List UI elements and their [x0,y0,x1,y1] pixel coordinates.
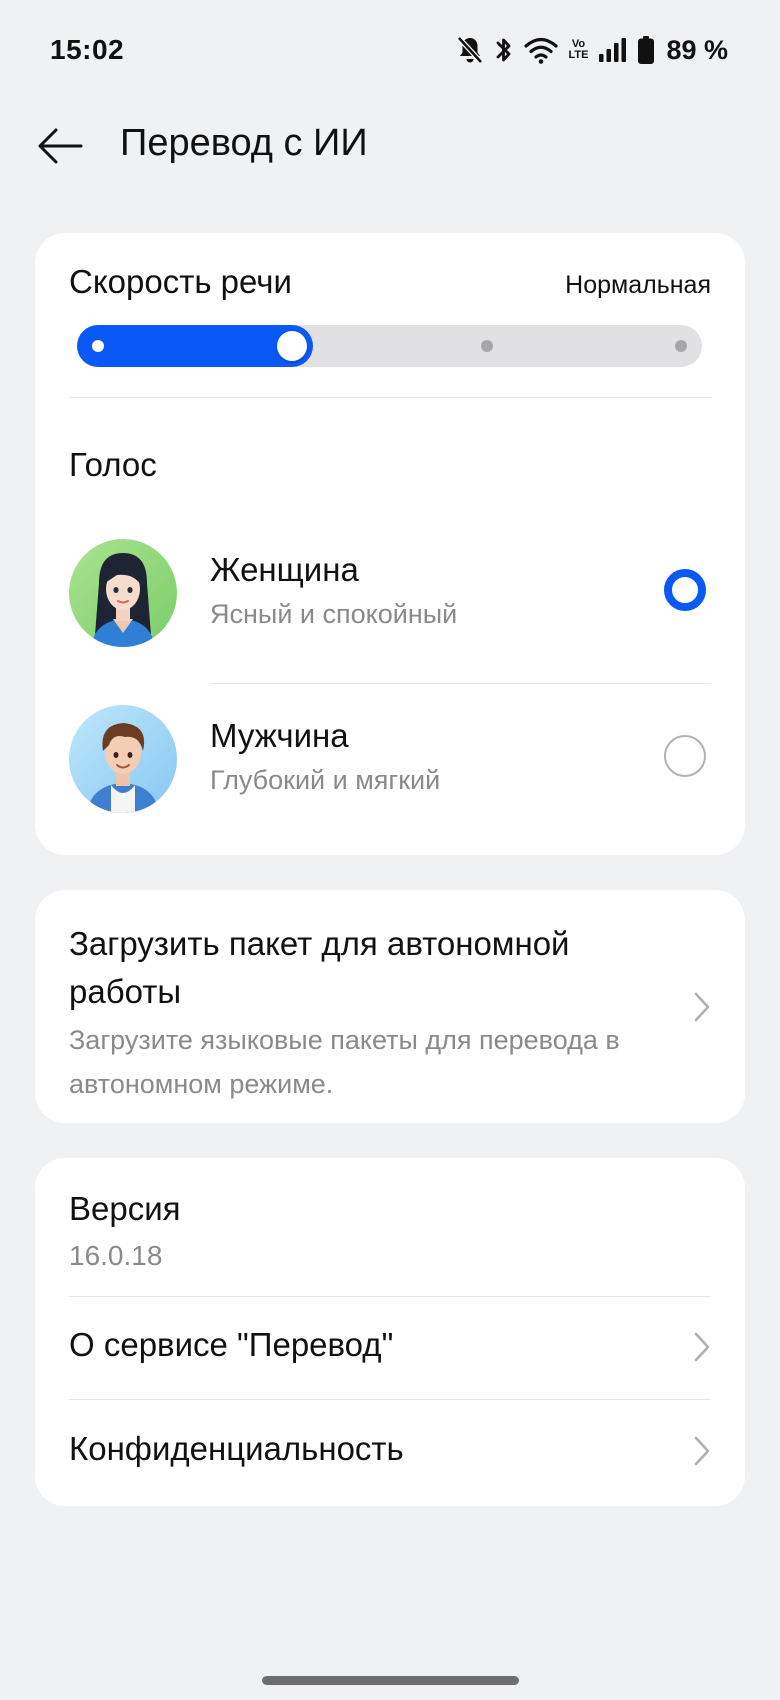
signal-icon [599,38,627,62]
voice-option-female[interactable]: Женщина Ясный и спокойный [35,529,745,689]
offline-package-title: Загрузить пакет для автономной работы [69,925,570,1010]
radio-male[interactable] [664,735,706,777]
download-offline-package-item[interactable]: Загрузить пакет для автономной работы За… [35,890,745,1123]
speech-speed-value: Нормальная [565,271,711,299]
privacy-item[interactable]: Конфиденциальность [35,1400,745,1502]
voice-option-description: Ясный и спокойный [210,599,458,629]
privacy-label: Конфиденциальность [69,1430,404,1467]
status-bar: 15:02 Vo LTE 89 % [0,0,780,100]
speech-speed-label: Скорость речи [69,263,292,300]
speech-speed-slider[interactable] [77,325,702,367]
bluetooth-icon [497,38,511,62]
about-service-item[interactable]: О сервисе "Перевод" [35,1296,745,1398]
voice-option-name: Женщина [210,551,359,588]
chevron-right-icon [694,1332,710,1362]
back-button[interactable] [28,114,92,178]
divider [210,683,711,684]
divider [69,397,711,398]
version-label: Версия [69,1190,181,1227]
battery-percentage: 89 % [666,34,728,65]
chevron-right-icon [694,992,710,1022]
slider-step-dot[interactable] [675,340,687,352]
app-bar: Перевод с ИИ [0,100,780,220]
volte-icon: Vo LTE [568,39,588,61]
male-avatar [69,705,177,813]
status-time: 15:02 [50,34,125,65]
battery-icon [638,36,655,64]
slider-step-dot[interactable] [92,340,104,352]
status-icons: Vo LTE 89 % [456,34,728,66]
offline-package-description: Загрузите языковые пакеты для перевода в… [69,1025,620,1099]
arrow-left-icon [38,128,83,164]
chevron-right-icon [694,1436,710,1466]
volte-bottom-label: LTE [568,49,589,61]
screen: 15:02 Vo LTE 89 % Перевод с ИИ Скорость … [0,0,780,1700]
version-value: 16.0.18 [69,1240,163,1271]
slider-step-dot[interactable] [480,340,493,352]
radio-female[interactable] [664,569,706,611]
wifi-icon [524,37,559,64]
offline-package-card: Загрузить пакет для автономной работы За… [35,890,745,1123]
speech-settings-card: Скорость речи Нормальная Голос Женщина Я… [35,233,745,855]
page-title: Перевод с ИИ [120,122,368,164]
voice-option-male[interactable]: Мужчина Глубокий и мягкий [35,695,745,855]
mute-bell-icon [457,36,484,64]
voice-option-description: Глубокий и мягкий [210,765,441,795]
info-card: Версия 16.0.18 О сервисе "Перевод" Конфи… [35,1158,745,1506]
female-avatar [69,539,177,647]
about-service-label: О сервисе "Перевод" [69,1326,394,1363]
home-indicator[interactable] [262,1676,519,1685]
voice-section-title: Голос [69,446,157,483]
voice-option-name: Мужчина [210,717,349,754]
